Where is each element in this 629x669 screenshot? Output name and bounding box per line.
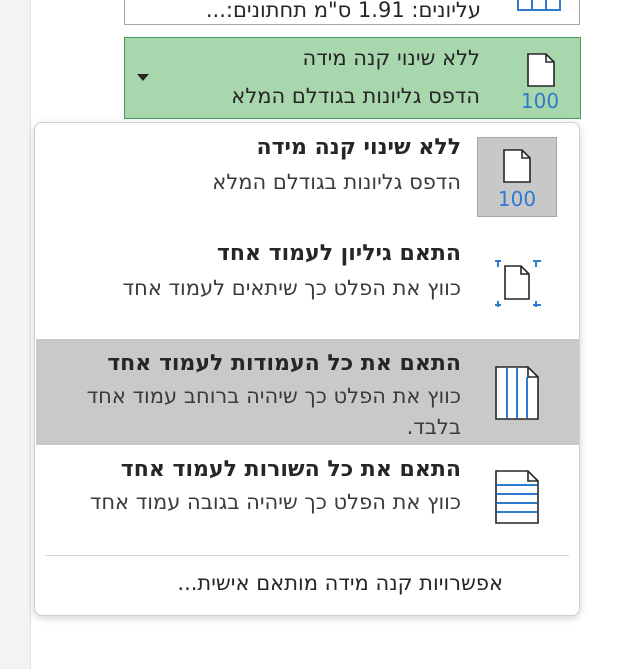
page-100-icon: 100 (477, 137, 557, 217)
page-100-icon-label: 100 (521, 89, 559, 112)
menu-item-title: התאם גיליון לעמוד אחד (216, 241, 461, 266)
menu-item-title: ללא שינוי קנה מידה (256, 135, 462, 160)
page-100-icon: 100 (520, 52, 560, 113)
margins-dropdown-label: עליונים: 1.91 ס"מ תחתונים:... (205, 0, 481, 22)
page-100-icon-label: 100 (498, 187, 536, 211)
custom-scaling-options-link[interactable]: אפשרויות קנה מידה מותאם אישית... (177, 571, 503, 595)
scaling-dropdown[interactable]: ללא שינוי קנה מידה הדפס גליונות בגודלם ה… (124, 37, 581, 119)
menu-item-title: התאם את כל השורות לעמוד אחד (120, 457, 461, 482)
dropdown-arrow-icon[interactable] (137, 74, 149, 81)
margins-table-icon (517, 0, 561, 12)
menu-item-fit-rows[interactable]: התאם את כל השורות לעמוד אחד כווץ את הפלט… (36, 447, 579, 551)
menu-item-desc: כווץ את הפלט כך שיהיה ברוחב עמוד אחד בלב… (86, 384, 461, 439)
scaling-dropdown-desc: הדפס גליונות בגודלם המלא (231, 84, 480, 108)
scaling-options-menu: ללא שינוי קנה מידה הדפס גליונות בגודלם ה… (34, 122, 580, 616)
margins-dropdown[interactable]: עליונים: 1.91 ס"מ תחתונים:... (124, 0, 580, 25)
menu-item-no-scaling[interactable]: ללא שינוי קנה מידה הדפס גליונות בגודלם ה… (36, 123, 579, 227)
fit-sheet-one-page-icon (491, 255, 545, 317)
menu-item-desc: כווץ את הפלט כך שיתאים לעמוד אחד (122, 276, 461, 300)
scaling-dropdown-title: ללא שינוי קנה מידה (302, 46, 480, 70)
menu-item-fit-columns[interactable]: התאם את כל העמודות לעמוד אחד כווץ את הפל… (36, 339, 579, 445)
fit-columns-one-page-icon (494, 365, 540, 427)
menu-item-title: התאם את כל העמודות לעמוד אחד (107, 351, 461, 376)
menu-item-desc: כווץ את הפלט כך שיהיה בגובה עמוד אחד (89, 490, 461, 514)
menu-separator (45, 555, 569, 556)
menu-item-fit-sheet[interactable]: התאם גיליון לעמוד אחד כווץ את הפלט כך שי… (36, 227, 579, 337)
fit-rows-one-page-icon (494, 469, 540, 531)
menu-item-desc: הדפס גליונות בגודלם המלא (212, 170, 461, 194)
left-pane-strip (0, 0, 31, 669)
